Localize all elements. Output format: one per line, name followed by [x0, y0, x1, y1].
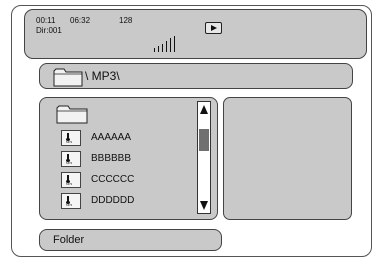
folder-label: Folder: [53, 234, 85, 246]
file-item[interactable]: MP3 AAAAAA: [61, 130, 191, 147]
file-name: DDDDDD: [91, 195, 135, 206]
mp3-file-icon: MP3: [61, 193, 81, 209]
file-item[interactable]: MP3 CCCCCC: [61, 172, 191, 189]
bitrate-value: 128: [119, 16, 133, 25]
total-time: 06:32: [70, 16, 91, 25]
directory-number: Dir:001: [36, 26, 62, 35]
mp3-file-icon: MP3: [61, 130, 81, 146]
folder-button[interactable]: Folder: [39, 229, 222, 251]
folder-icon: [53, 68, 83, 87]
path-bar: \ MP3\: [39, 63, 353, 89]
scrollbar[interactable]: [197, 101, 211, 214]
signal-bars-icon: [154, 36, 184, 52]
elapsed-time: 00:11: [36, 16, 56, 25]
scroll-down-icon[interactable]: [200, 201, 208, 210]
status-panel: 00:11 06:32 128 Dir:001: [24, 9, 367, 59]
mp3-file-icon: MP3: [61, 151, 81, 167]
current-path: \ MP3\: [85, 69, 120, 83]
file-name: BBBBBB: [91, 153, 132, 164]
file-name: AAAAAA: [91, 132, 132, 143]
scroll-up-icon[interactable]: [200, 105, 208, 114]
parent-folder-icon[interactable]: [56, 104, 88, 124]
preview-panel: [223, 97, 352, 220]
file-name: CCCCCC: [91, 174, 135, 185]
play-icon[interactable]: [205, 22, 222, 34]
scroll-thumb[interactable]: [199, 129, 209, 151]
mp3-file-icon: MP3: [61, 172, 81, 188]
file-item[interactable]: MP3 DDDDDD: [61, 193, 191, 210]
file-list: MP3 AAAAAA MP3 BBBBBB MP3 CCCCCC MP3 DDD…: [39, 97, 218, 220]
file-item[interactable]: MP3 BBBBBB: [61, 151, 191, 168]
